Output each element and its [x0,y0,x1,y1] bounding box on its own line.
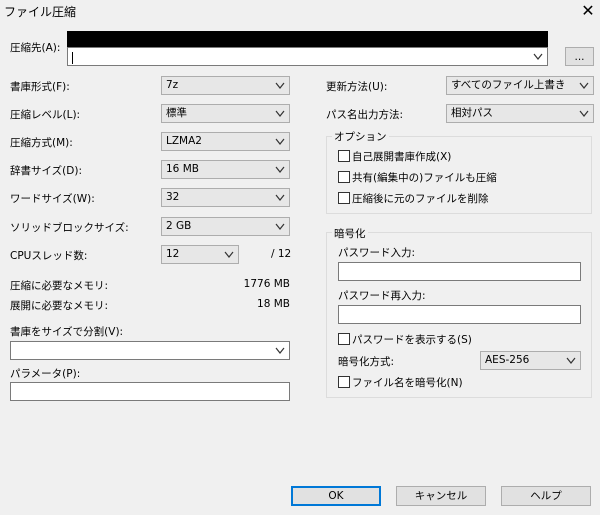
dict-label: 辞書サイズ(D): [10,165,83,177]
pathmode-value: 相対パス [451,107,493,119]
pathmode-combo[interactable]: 相対パス [446,104,594,123]
mem-comp-label: 圧縮に必要なメモリ: [10,280,109,292]
update-value: すべてのファイル上書き [451,79,566,91]
password-confirm-label: パスワード再入力: [338,290,426,302]
mem-decomp-label: 展開に必要なメモリ: [10,300,109,312]
word-value: 32 [166,191,180,203]
chevron-down-icon [275,194,285,201]
cpu-label: CPUスレッド数: [10,250,88,262]
dict-value: 16 MB [166,163,199,175]
solid-label: ソリッドブロックサイズ: [10,222,129,234]
ok-button[interactable]: OK [291,486,381,506]
word-label: ワードサイズ(W): [10,193,95,205]
word-combo[interactable]: 32 [161,188,290,207]
chevron-down-icon [579,82,589,89]
chevron-down-icon [275,347,285,354]
chevron-down-icon [533,53,543,60]
split-combo[interactable] [10,341,290,360]
solid-combo[interactable]: 2 GB [161,217,290,236]
sfx-label[interactable]: 自己展開書庫作成(X) [352,149,451,164]
cpu-combo[interactable]: 12 [161,245,239,264]
sfx-checkbox[interactable] [338,150,350,162]
encrypt-names-checkbox[interactable] [338,376,350,388]
cpu-value: 12 [166,248,180,260]
close-icon[interactable]: ✕ [578,0,598,22]
encrypt-names-label[interactable]: ファイル名を暗号化(N) [352,375,463,390]
format-value: 7z [166,79,179,91]
level-combo[interactable]: 標準 [161,104,290,123]
format-combo[interactable]: 7z [161,76,290,95]
browse-button[interactable]: ... [565,47,594,66]
chevron-down-icon [224,251,234,258]
update-combo[interactable]: すべてのファイル上書き [446,76,594,95]
chevron-down-icon [579,110,589,117]
chevron-down-icon [566,357,576,364]
text-caret [72,52,73,64]
shared-label[interactable]: 共有(編集中の)ファイルも圧縮 [352,170,497,185]
method-combo[interactable]: LZMA2 [161,132,290,151]
split-label: 書庫をサイズで分割(V): [10,326,124,338]
password-input[interactable] [338,262,581,281]
mem-comp-value: 1776 MB [243,278,290,290]
window-title: ファイル圧縮 [4,5,77,19]
chevron-down-icon [275,223,285,230]
show-password-label[interactable]: パスワードを表示する(S) [352,332,472,347]
cpu-total: / 12 [271,248,292,260]
shared-checkbox[interactable] [338,171,350,183]
archive-label: 圧縮先(A): [10,42,61,54]
help-button[interactable]: ヘルプ [501,486,591,506]
method-value: LZMA2 [166,135,202,147]
format-label: 書庫形式(F): [10,81,70,93]
chevron-down-icon [275,166,285,173]
password-confirm-input[interactable] [338,305,581,324]
password-label: パスワード入力: [338,247,416,259]
delete-checkbox[interactable] [338,192,350,204]
show-password-checkbox[interactable] [338,333,350,345]
enc-method-label: 暗号化方式: [338,356,395,368]
dict-combo[interactable]: 16 MB [161,160,290,179]
archive-path-combo[interactable] [67,47,548,66]
pathmode-label: パス名出力方法: [326,109,404,121]
level-label: 圧縮レベル(L): [10,109,81,121]
chevron-down-icon [275,138,285,145]
solid-value: 2 GB [166,220,192,232]
redacted-path [67,31,548,48]
params-input[interactable] [10,382,290,401]
delete-label[interactable]: 圧縮後に元のファイルを削除 [352,191,489,206]
method-label: 圧縮方式(M): [10,137,73,149]
cancel-button[interactable]: キャンセル [396,486,486,506]
mem-decomp-value: 18 MB [257,298,290,310]
chevron-down-icon [275,110,285,117]
enc-method-value: AES-256 [485,354,530,366]
update-label: 更新方法(U): [326,81,388,93]
encryption-title: 暗号化 [332,226,368,241]
enc-method-combo[interactable]: AES-256 [480,351,581,370]
options-title: オプション [332,129,389,144]
level-value: 標準 [166,107,187,119]
chevron-down-icon [275,82,285,89]
params-label: パラメータ(P): [10,368,81,380]
